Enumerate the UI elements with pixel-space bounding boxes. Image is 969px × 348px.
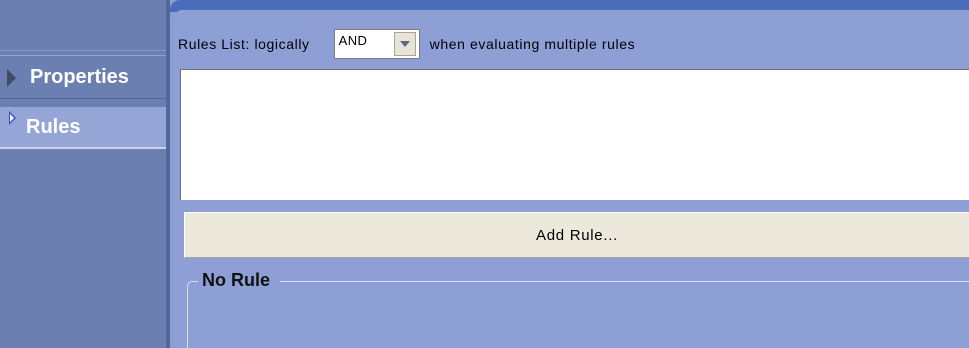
collapsed-triangle-icon [7, 69, 16, 87]
chevron-down-icon [399, 41, 410, 47]
sidebar-item-properties[interactable]: Properties [0, 55, 168, 99]
rules-list-prefix-label: Rules List: logically [178, 36, 310, 52]
rules-list-header: Rules List: logically AND when evaluatin… [178, 28, 635, 60]
logic-operator-value: AND [338, 33, 368, 48]
sidebar-item-label: Properties [30, 66, 129, 88]
rules-list-box[interactable] [180, 69, 969, 200]
rule-details-group: No Rule [187, 269, 969, 348]
add-rule-button[interactable]: Add Rule... [184, 212, 969, 258]
dropdown-button[interactable] [393, 32, 416, 56]
logic-operator-select[interactable]: AND [333, 29, 420, 59]
sidebar-header-area [0, 0, 170, 51]
sidebar-item-rules[interactable]: Rules [0, 107, 168, 149]
active-triangle-icon [9, 111, 16, 125]
rule-group-title: No Rule [198, 269, 281, 291]
rules-list-suffix-label: when evaluating multiple rules [429, 36, 636, 52]
rules-panel: Rules List: logically AND when evaluatin… [170, 0, 969, 348]
rules-editor-window: Properties Rules Rules List: logically A… [0, 0, 969, 348]
sidebar-item-label: Rules [26, 116, 81, 138]
sidebar: Properties Rules [0, 0, 170, 348]
